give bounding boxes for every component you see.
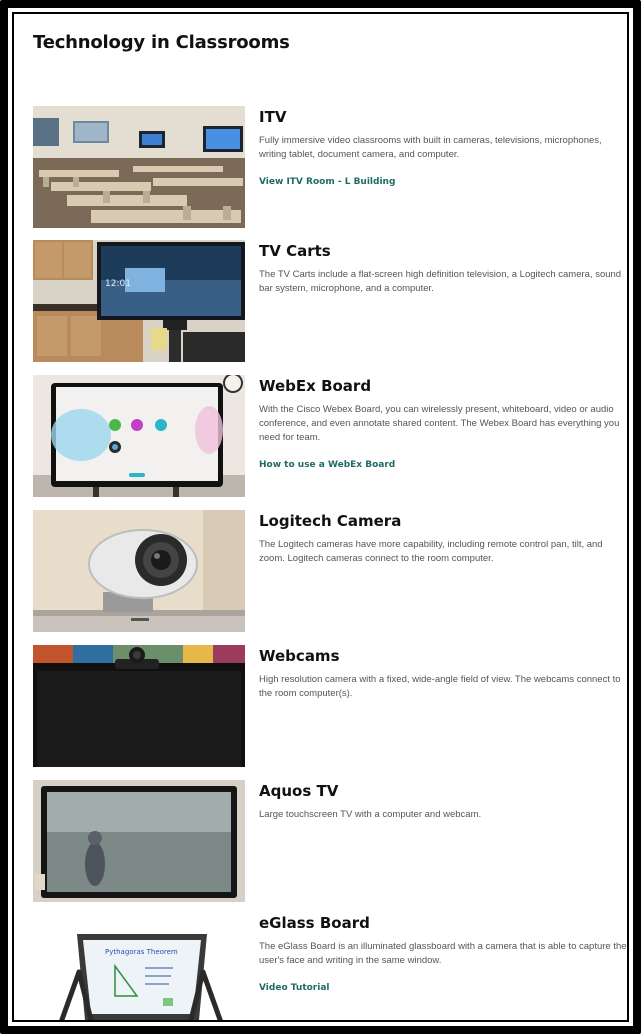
list-item-itv: ITV Fully immersive video classrooms wit… <box>33 106 627 228</box>
item-description: The TV Carts include a flat-screen high … <box>259 269 622 294</box>
webex-board-image[interactable] <box>33 375 245 497</box>
video-tutorial-link[interactable]: Video Tutorial <box>259 983 329 993</box>
page-content: Technology in Classrooms ITV Fully immer… <box>12 12 629 1022</box>
tv-cart-screen-time: 12:01 <box>105 279 131 289</box>
view-itv-room-link[interactable]: View ITV Room - L Building <box>259 177 395 187</box>
item-description: The eGlass Board is an illuminated glass… <box>259 941 627 966</box>
item-title: TV Carts <box>259 242 331 260</box>
item-title: WebEx Board <box>259 377 372 395</box>
item-title: eGlass Board <box>259 914 370 932</box>
list-item-webcams: Webcams High resolution camera with a fi… <box>33 645 627 767</box>
eglass-board-image[interactable]: Pythagoras Theorem <box>33 912 245 1020</box>
item-description: The Logitech cameras have more capabilit… <box>259 539 603 564</box>
list-item-tv-carts: 12:01 TV Carts The TV Carts include a fl… <box>33 240 627 362</box>
item-description: Large touchscreen TV with a computer and… <box>259 809 482 820</box>
list-item-eglass-board: Pythagoras Theorem eGlass Board The eGla… <box>33 912 627 1020</box>
page-title: Technology in Classrooms <box>33 32 290 53</box>
tv-cart-image[interactable]: 12:01 <box>33 240 245 362</box>
item-title: Webcams <box>259 647 340 665</box>
item-description: Fully immersive video classrooms with bu… <box>259 135 602 160</box>
item-description: With the Cisco Webex Board, you can wire… <box>259 404 620 443</box>
item-description: High resolution camera with a fixed, wid… <box>259 674 621 699</box>
eglass-board-heading: Pythagoras Theorem <box>105 948 178 956</box>
how-to-use-webex-board-link[interactable]: How to use a WebEx Board <box>259 460 395 470</box>
item-title: Aquos TV <box>259 782 339 800</box>
list-item-logitech-camera: Logitech Camera The Logitech cameras hav… <box>33 510 627 632</box>
item-title: Logitech Camera <box>259 512 402 530</box>
itv-room-image[interactable] <box>33 106 245 228</box>
list-item-aquos-tv: Aquos TV Large touchscreen TV with a com… <box>33 780 627 902</box>
list-item-webex-board: WebEx Board With the Cisco Webex Board, … <box>33 375 627 497</box>
webcam-image[interactable] <box>33 645 245 767</box>
logitech-camera-image[interactable] <box>33 510 245 632</box>
item-title: ITV <box>259 108 287 126</box>
aquos-tv-image[interactable] <box>33 780 245 902</box>
